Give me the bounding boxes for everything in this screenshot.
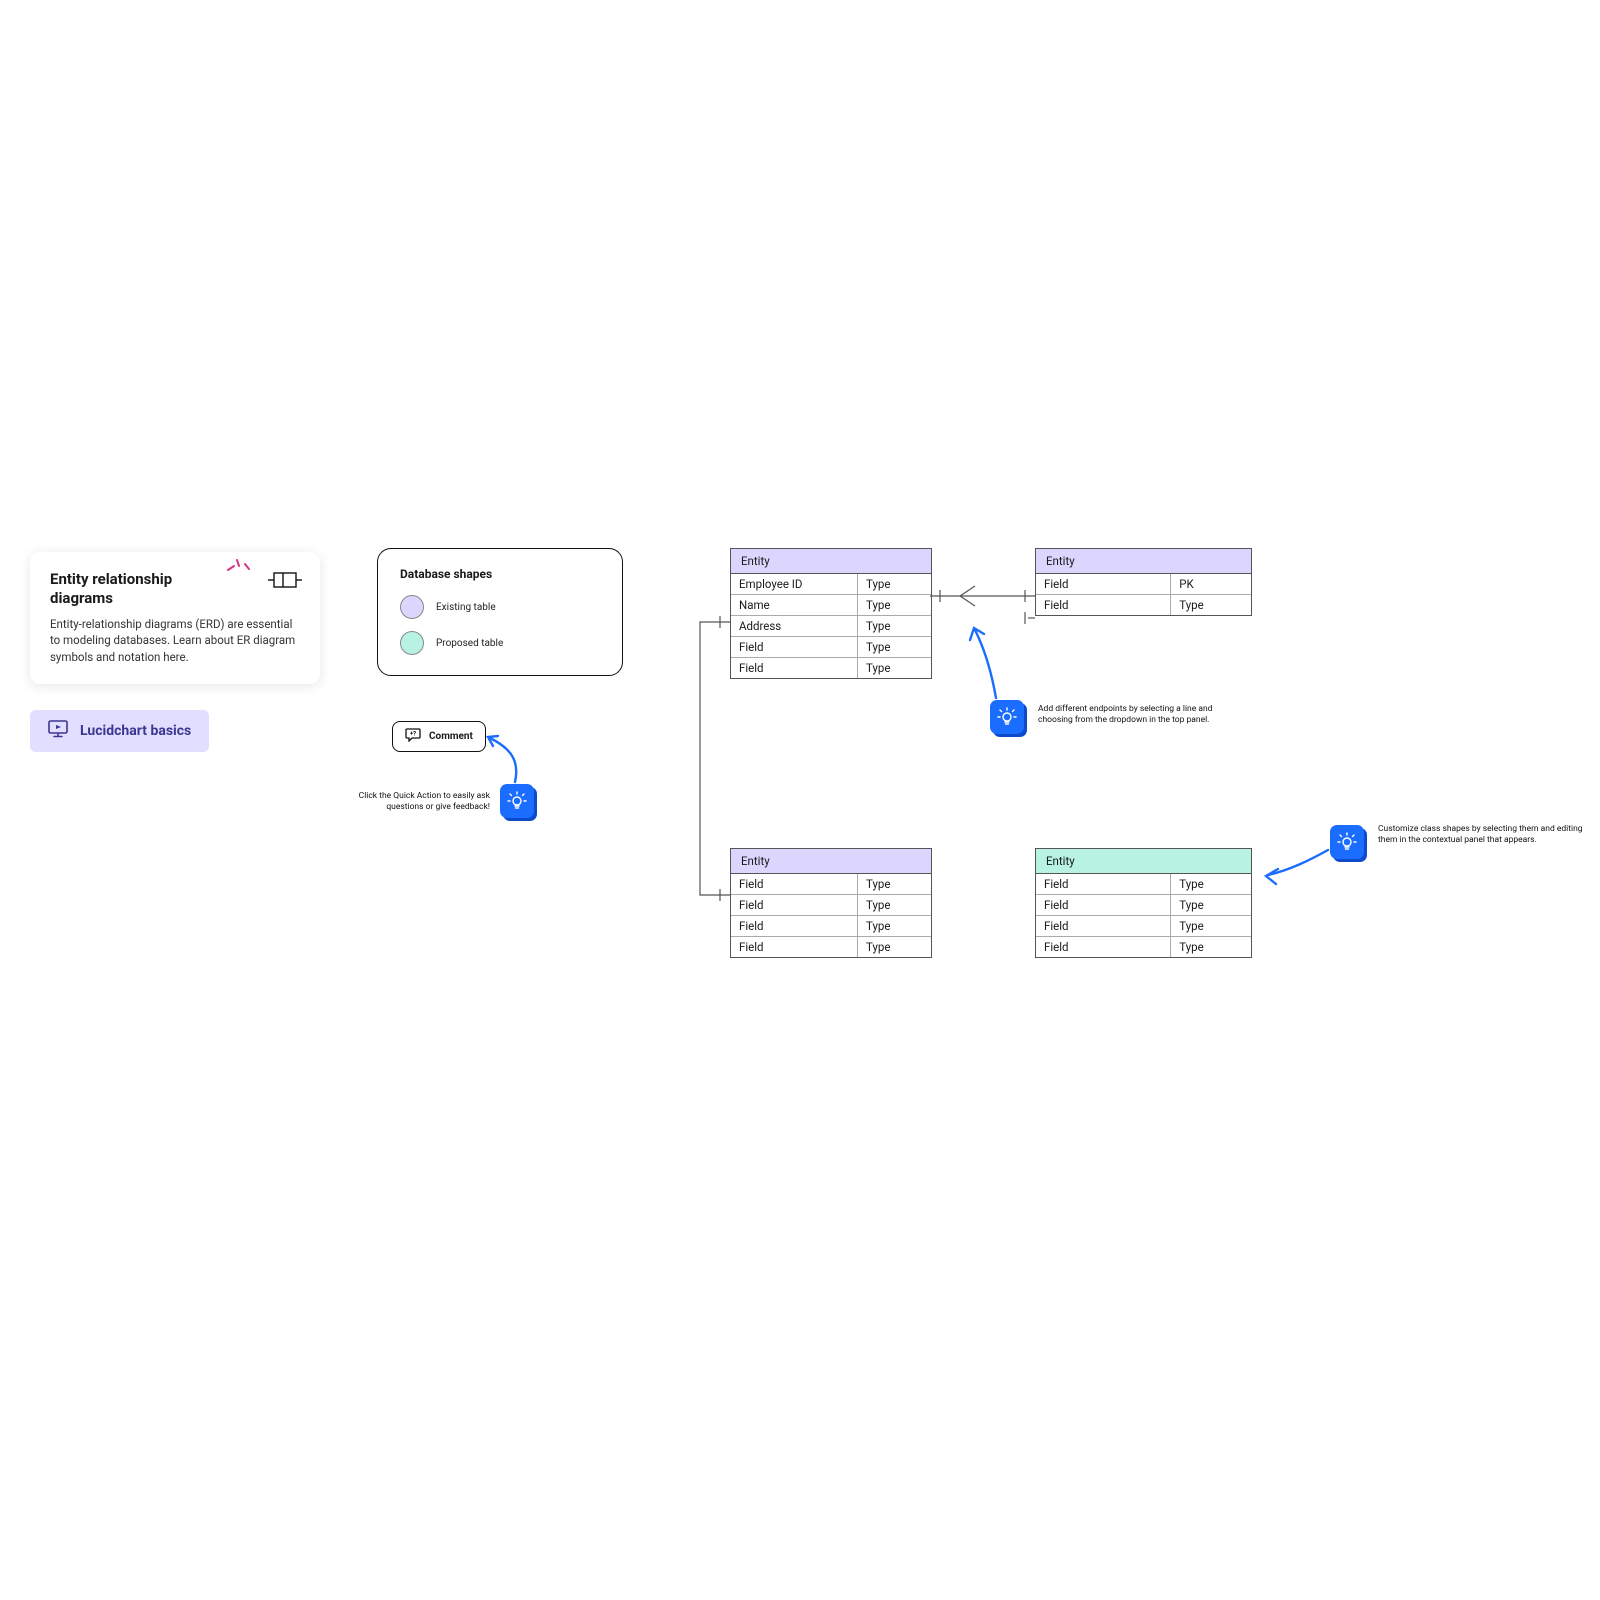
- erd-shape-icon: [268, 570, 302, 594]
- lightbulb-icon: [990, 700, 1024, 734]
- entity-table-pk[interactable]: Entity FieldPK FieldType: [1035, 548, 1252, 616]
- comment-quick-action[interactable]: +? Comment: [392, 721, 486, 752]
- table-row: FieldType: [731, 874, 931, 895]
- table-row: FieldType: [1036, 874, 1251, 895]
- entity-table-employee[interactable]: Entity Employee IDType NameType AddressT…: [730, 548, 932, 679]
- legend-card[interactable]: Database shapes Existing table Proposed …: [377, 548, 623, 676]
- entity-header: Entity: [731, 549, 931, 574]
- connectors-layer: [0, 0, 1600, 1600]
- legend-item-label: Existing table: [436, 602, 496, 613]
- table-row: FieldType: [731, 637, 931, 658]
- swatch-proposed-icon: [400, 631, 424, 655]
- entity-header: Entity: [731, 849, 931, 874]
- table-row: FieldType: [1036, 595, 1251, 615]
- lucidchart-basics-button[interactable]: Lucidchart basics: [30, 710, 209, 752]
- comment-label: Comment: [429, 731, 473, 742]
- table-row: AddressType: [731, 616, 931, 637]
- basics-label: Lucidchart basics: [80, 723, 191, 739]
- intro-title: Entity relationship diagrams: [50, 570, 200, 608]
- diagram-canvas[interactable]: Entity relationship diagrams Entity-rela…: [0, 0, 1600, 1600]
- lightbulb-icon: [1330, 825, 1364, 859]
- legend-item-proposed: Proposed table: [400, 631, 600, 655]
- entity-header: Entity: [1036, 849, 1251, 874]
- tip-text-comment: Click the Quick Action to easily ask que…: [330, 791, 490, 814]
- swatch-existing-icon: [400, 595, 424, 619]
- legend-item-existing: Existing table: [400, 595, 600, 619]
- entity-table-generic[interactable]: Entity FieldType FieldType FieldType Fie…: [730, 848, 932, 958]
- comment-icon: +?: [405, 728, 421, 745]
- table-row: FieldType: [1036, 937, 1251, 957]
- accent-sparkle-icon: [225, 556, 251, 574]
- table-row: FieldPK: [1036, 574, 1251, 595]
- tip-text-endpoints: Add different endpoints by selecting a l…: [1038, 704, 1243, 727]
- table-row: NameType: [731, 595, 931, 616]
- table-row: FieldType: [1036, 916, 1251, 937]
- entity-table-proposed[interactable]: Entity FieldType FieldType FieldType Fie…: [1035, 848, 1252, 958]
- legend-item-label: Proposed table: [436, 638, 503, 649]
- table-row: FieldType: [1036, 895, 1251, 916]
- legend-title: Database shapes: [400, 567, 600, 581]
- intro-body: Entity-relationship diagrams (ERD) are e…: [50, 616, 300, 666]
- table-row: FieldType: [731, 916, 931, 937]
- monitor-icon: [48, 720, 68, 742]
- table-row: FieldType: [731, 658, 931, 678]
- intro-card[interactable]: Entity relationship diagrams Entity-rela…: [30, 552, 320, 684]
- table-row: Employee IDType: [731, 574, 931, 595]
- lightbulb-icon: [500, 784, 534, 818]
- tip-text-customize: Customize class shapes by selecting them…: [1378, 824, 1593, 847]
- entity-header: Entity: [1036, 549, 1251, 574]
- svg-text:+?: +?: [410, 731, 416, 738]
- table-row: FieldType: [731, 895, 931, 916]
- table-row: FieldType: [731, 937, 931, 957]
